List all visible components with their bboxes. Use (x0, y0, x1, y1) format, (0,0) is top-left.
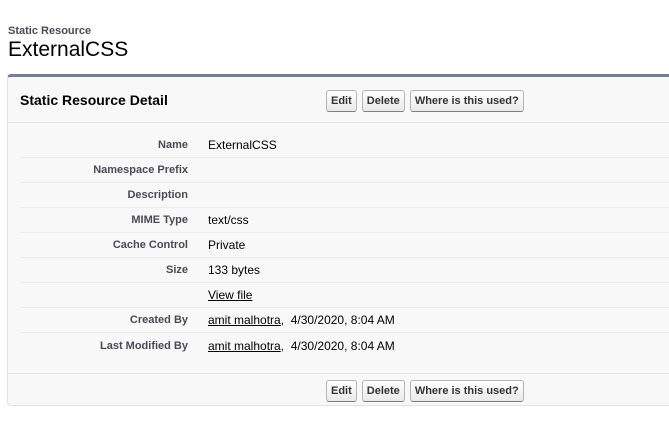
field-label: Namespace Prefix (93, 164, 188, 176)
page-title: ExternalCSS (8, 38, 129, 61)
field-row-cache-control: Cache Control Private (20, 233, 669, 258)
detail-block-header: Static Resource Detail Edit Delete Where… (8, 77, 669, 123)
bottom-button-group: Edit Delete Where is this used? (326, 380, 524, 402)
where-used-button[interactable]: Where is this used? (409, 380, 524, 402)
edit-button[interactable]: Edit (326, 90, 357, 112)
field-row-description: Description (20, 183, 669, 208)
modified-date: 4/30/2020, 8:04 AM (290, 338, 395, 353)
field-row-name: Name ExternalCSS (20, 133, 669, 158)
field-label: Cache Control (112, 239, 188, 251)
field-value: View file (208, 288, 252, 302)
detail-block-title: Static Resource Detail (20, 92, 168, 108)
delete-button[interactable]: Delete (361, 90, 405, 112)
detail-block-footer (8, 373, 669, 374)
delete-button[interactable]: Delete (361, 380, 405, 402)
where-used-button[interactable]: Where is this used? (409, 90, 524, 112)
field-label: Size (165, 264, 188, 276)
page-header: Static Resource ExternalCSS (8, 25, 128, 62)
field-row-view-file: View file (20, 283, 669, 308)
edit-button[interactable]: Edit (326, 380, 357, 402)
field-label: Last Modified By (99, 339, 188, 352)
field-row-last-modified-by: Last Modified By amit malhotra, 4/30/202… (20, 333, 669, 358)
field-value: Private (208, 238, 246, 252)
field-value: text/css (208, 213, 249, 227)
field-row-namespace-prefix: Namespace Prefix (20, 158, 669, 183)
top-button-group: Edit Delete Where is this used? (326, 90, 524, 112)
created-date: 4/30/2020, 8:04 AM (290, 313, 395, 327)
page-type-label: Static Resource (8, 25, 92, 37)
field-value: amit malhotra, 4/30/2020, 8:04 AM (208, 339, 395, 353)
field-label: Name (158, 139, 188, 151)
field-label: MIME Type (131, 214, 188, 226)
detail-rows: Name ExternalCSS Namespace Prefix Descri… (20, 133, 669, 358)
field-row-created-by: Created By amit malhotra, 4/30/2020, 8:0… (20, 308, 669, 333)
separator: , (280, 313, 291, 327)
field-label: Description (127, 189, 188, 201)
view-file-link[interactable]: View file (208, 288, 252, 302)
field-value: 133 bytes (208, 263, 261, 277)
field-row-size: Size 133 bytes (20, 258, 669, 283)
field-value: ExternalCSS (208, 138, 277, 152)
field-value: amit malhotra, 4/30/2020, 8:04 AM (208, 313, 395, 327)
detail-block: Static Resource Detail Edit Delete Where… (7, 74, 669, 406)
modified-by-user-link[interactable]: amit malhotra (208, 339, 281, 353)
separator: , (280, 338, 291, 353)
field-label: Created By (129, 314, 188, 326)
created-by-user-link[interactable]: amit malhotra (208, 313, 281, 327)
field-row-mime-type: MIME Type text/css (20, 208, 669, 233)
